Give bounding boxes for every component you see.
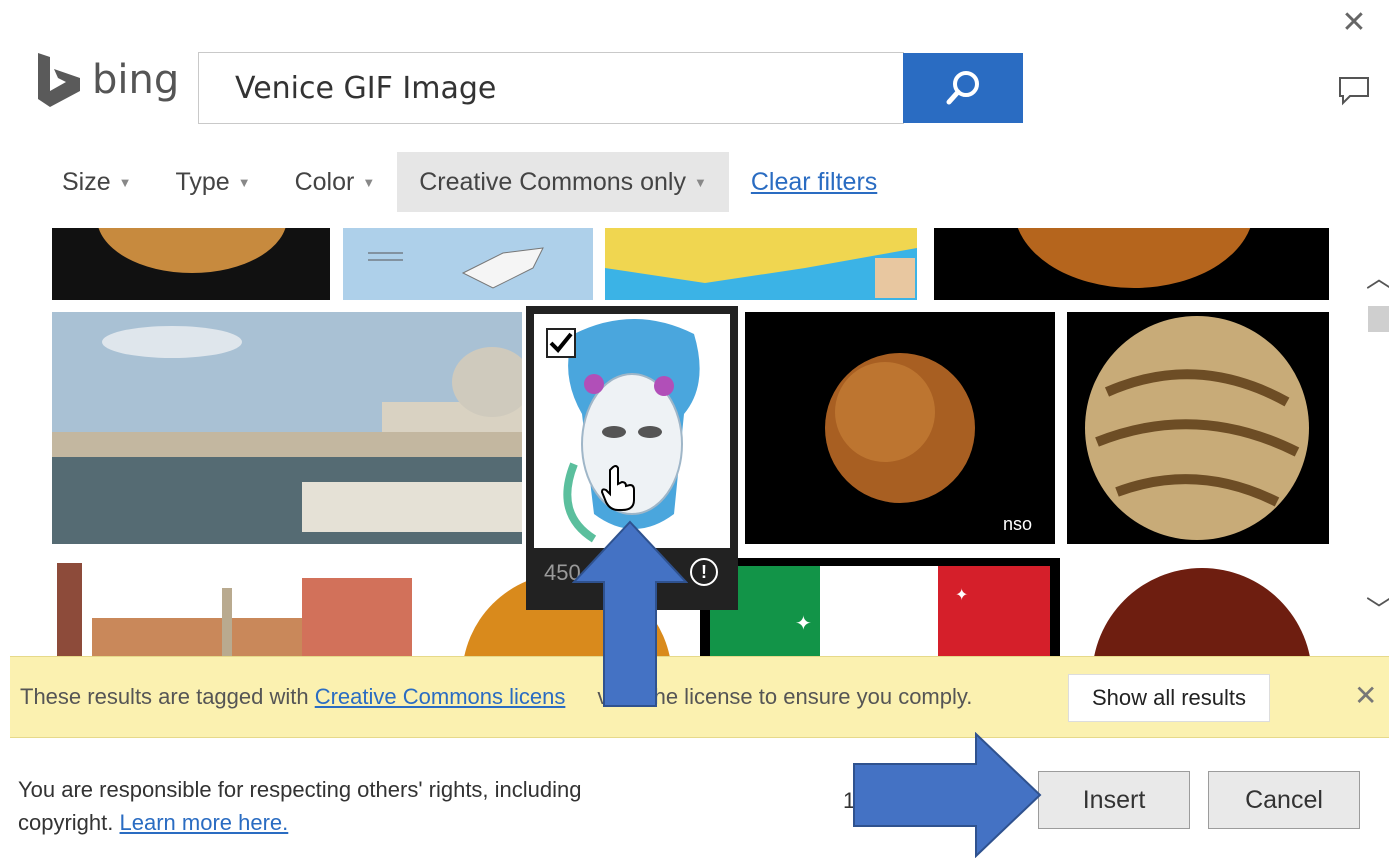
caret-down-icon: ▼: [237, 174, 251, 190]
image-result[interactable]: [1067, 312, 1329, 544]
image-result[interactable]: [52, 228, 330, 300]
filter-type[interactable]: Type ▼: [154, 152, 273, 212]
caret-down-icon: ▼: [118, 174, 132, 190]
filter-bar: Size ▼ Type ▼ Color ▼ Creative Commons only…: [40, 152, 877, 212]
cancel-button[interactable]: Cancel: [1208, 771, 1360, 829]
search-field[interactable]: [198, 52, 904, 124]
filter-color-label: Color: [294, 167, 355, 196]
insert-button[interactable]: Insert: [1038, 771, 1190, 829]
filter-color[interactable]: Color ▼: [273, 152, 398, 212]
notice-text-before: These results are tagged with: [20, 684, 315, 709]
svg-text:✦: ✦: [955, 587, 968, 604]
close-icon[interactable]: ✕: [1354, 679, 1377, 712]
disclaimer-line1: You are responsible for respecting other…: [18, 777, 582, 802]
filter-license[interactable]: Creative Commons only ▼: [397, 152, 729, 212]
filter-size[interactable]: Size ▼: [40, 152, 154, 212]
feedback-icon[interactable]: [1338, 76, 1370, 106]
info-icon[interactable]: !: [690, 558, 718, 586]
image-result[interactable]: [934, 228, 1329, 300]
logo-word: bing: [92, 57, 180, 103]
svg-text:✦: ✦: [795, 613, 812, 635]
show-all-results-button[interactable]: Show all results: [1068, 674, 1270, 722]
license-notice-bar: These results are tagged with Creative C…: [10, 656, 1389, 738]
bing-logo-icon: [38, 53, 80, 107]
chevron-up-icon[interactable]: ︿: [1366, 258, 1389, 295]
hand-cursor-icon: [600, 465, 635, 511]
scrollbar-thumb[interactable]: [1368, 306, 1389, 332]
close-icon[interactable]: ✕: [1338, 8, 1370, 40]
filter-license-label: Creative Commons only: [419, 167, 686, 196]
search-input[interactable]: [199, 53, 903, 123]
rights-disclaimer: You are responsible for respecting other…: [18, 773, 698, 839]
caret-down-icon: ▼: [693, 174, 707, 190]
clear-filters-link[interactable]: Clear filters: [751, 168, 877, 197]
learn-more-link[interactable]: Learn more here.: [120, 810, 289, 835]
bing-logo: bing: [36, 50, 179, 110]
svg-text:nso: nso: [1003, 514, 1032, 534]
creative-commons-link[interactable]: Creative Commons licens: [315, 684, 566, 709]
filter-type-label: Type: [175, 167, 230, 196]
disclaimer-line2: copyright. Learn more here.: [18, 806, 698, 839]
caret-down-icon: ▼: [362, 174, 376, 190]
checkbox-icon[interactable]: [546, 328, 576, 358]
chevron-down-icon[interactable]: ﹀: [1366, 590, 1389, 627]
image-result[interactable]: [343, 228, 593, 300]
image-result[interactable]: [52, 558, 420, 656]
image-result[interactable]: nso: [745, 312, 1055, 544]
filter-size-label: Size: [62, 167, 111, 196]
search-icon: [946, 71, 979, 105]
license-notice-text: These results are tagged with Creative C…: [20, 684, 972, 710]
image-result[interactable]: [1072, 558, 1330, 656]
disclaimer-copyright: copyright.: [18, 810, 114, 835]
annotation-arrow-up: [572, 520, 688, 707]
image-result[interactable]: [52, 312, 522, 544]
image-result[interactable]: ✦ ✦: [700, 558, 1060, 656]
image-result[interactable]: [605, 228, 917, 300]
annotation-arrow-right: [853, 732, 1042, 858]
search-button[interactable]: [903, 53, 1023, 123]
